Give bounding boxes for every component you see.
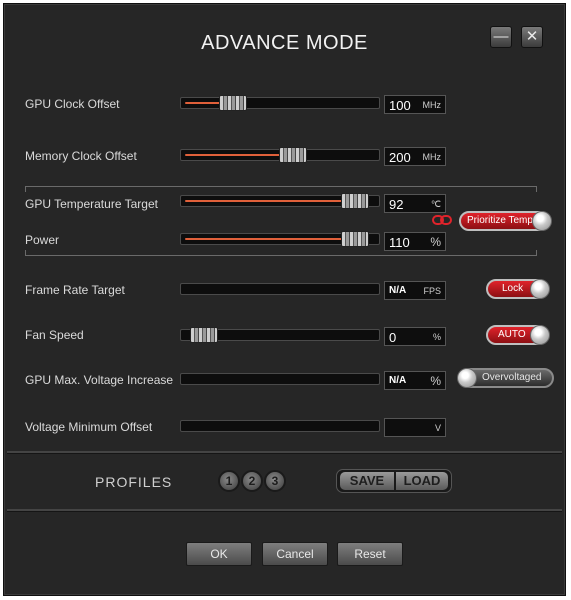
toggle-knob <box>530 279 550 299</box>
gpu-clock-offset-label: GPU Clock Offset <box>25 97 120 111</box>
minimize-button[interactable]: — <box>490 26 512 48</box>
slider-thumb[interactable] <box>219 95 247 111</box>
lock-label: Lock <box>502 283 524 294</box>
slider-thumb[interactable] <box>341 193 369 209</box>
profile-slot-1-button[interactable]: 1 <box>218 470 240 492</box>
profile-slot-3-button[interactable]: 3 <box>264 470 286 492</box>
slider-thumb[interactable] <box>279 147 307 163</box>
voltage-minimum-offset-unit: V <box>434 423 441 433</box>
gpu-temperature-target-value: 92 <box>389 197 404 212</box>
divider <box>7 509 562 512</box>
slider-thumb[interactable] <box>190 327 218 343</box>
gpu-max-voltage-increase-label: GPU Max. Voltage Increase <box>25 373 174 387</box>
fan-speed-value: 0 <box>389 330 397 345</box>
prioritize-temp-toggle[interactable]: Prioritize Temp. <box>459 211 552 231</box>
memory-clock-offset-field[interactable]: 200 MHz <box>384 147 446 166</box>
profile-save-load-group: SAVE LOAD <box>336 469 452 493</box>
voltage-minimum-offset-slider <box>180 420 380 432</box>
divider <box>7 451 562 454</box>
frame-rate-target-field: N/A FPS <box>384 281 446 300</box>
gpu-clock-offset-value: 100 <box>389 98 411 113</box>
ok-button[interactable]: OK <box>186 542 252 566</box>
gpu-clock-offset-slider[interactable] <box>180 95 380 111</box>
gpu-temperature-target-unit: ℃ <box>430 199 441 209</box>
gpu-max-voltage-increase-unit: % <box>430 374 441 388</box>
voltage-minimum-offset-label: Voltage Minimum Offset <box>25 420 153 434</box>
power-value: 110 <box>389 235 410 250</box>
slider-fill <box>185 154 293 156</box>
minimize-icon: — <box>493 28 509 45</box>
power-field[interactable]: 110 % <box>384 232 446 251</box>
reset-button[interactable]: Reset <box>337 542 403 566</box>
auto-label: AUTO <box>498 329 526 340</box>
gpu-clock-offset-field[interactable]: 100 MHz <box>384 95 446 114</box>
fan-speed-label: Fan Speed <box>25 328 84 342</box>
link-group-bracket-bottom <box>25 250 537 256</box>
memory-clock-offset-label: Memory Clock Offset <box>25 149 137 163</box>
prioritize-temp-label: Prioritize Temp. <box>467 215 536 226</box>
power-label: Power <box>25 233 60 247</box>
slider-fill <box>185 200 355 202</box>
fan-speed-slider[interactable] <box>180 327 380 343</box>
memory-clock-offset-unit: MHz <box>422 152 442 162</box>
overvoltaged-toggle[interactable]: Overvoltaged <box>457 368 554 388</box>
gpu-max-voltage-increase-field: N/A % <box>384 371 446 390</box>
advance-mode-window: ADVANCE MODE — ✕ GPU Clock Offset 100 MH… <box>3 3 566 596</box>
close-button[interactable]: ✕ <box>521 26 543 48</box>
load-button[interactable]: LOAD <box>396 472 448 490</box>
fan-auto-toggle[interactable]: AUTO <box>486 325 550 345</box>
frame-rate-target-value: N/A <box>389 285 407 296</box>
power-slider[interactable] <box>180 231 380 247</box>
fan-speed-field[interactable]: 0 % <box>384 327 446 346</box>
frame-rate-target-label: Frame Rate Target <box>25 283 125 297</box>
toggle-knob <box>532 211 552 231</box>
gpu-temperature-target-field[interactable]: 92 ℃ <box>384 194 446 213</box>
window-title: ADVANCE MODE <box>201 32 368 54</box>
slider-fill <box>185 238 355 240</box>
frame-rate-target-unit: FPS <box>423 286 441 296</box>
close-icon: ✕ <box>525 28 539 45</box>
gpu-temperature-target-slider[interactable] <box>180 193 380 209</box>
gpu-clock-offset-unit: MHz <box>422 100 442 110</box>
slider-thumb[interactable] <box>341 231 369 247</box>
save-button[interactable]: SAVE <box>340 472 394 490</box>
profile-slot-2-button[interactable]: 2 <box>241 470 263 492</box>
link-icon[interactable] <box>432 214 452 226</box>
memory-clock-offset-value: 200 <box>389 150 411 165</box>
overvoltaged-label: Overvoltaged <box>482 372 542 383</box>
gpu-max-voltage-increase-value: N/A <box>389 375 407 386</box>
gpu-max-voltage-increase-slider <box>180 373 380 385</box>
toggle-knob <box>530 325 550 345</box>
memory-clock-offset-slider[interactable] <box>180 147 380 163</box>
profiles-label: PROFILES <box>95 474 173 490</box>
voltage-minimum-offset-field: V <box>384 418 446 437</box>
frame-rate-lock-toggle[interactable]: Lock <box>486 279 550 299</box>
gpu-temperature-target-label: GPU Temperature Target <box>25 197 158 211</box>
fan-speed-unit: % <box>432 332 441 342</box>
toggle-knob <box>457 368 477 388</box>
power-unit: % <box>430 235 441 249</box>
link-group-bracket-top <box>25 186 537 192</box>
cancel-button[interactable]: Cancel <box>262 542 328 566</box>
frame-rate-target-slider <box>180 283 380 295</box>
